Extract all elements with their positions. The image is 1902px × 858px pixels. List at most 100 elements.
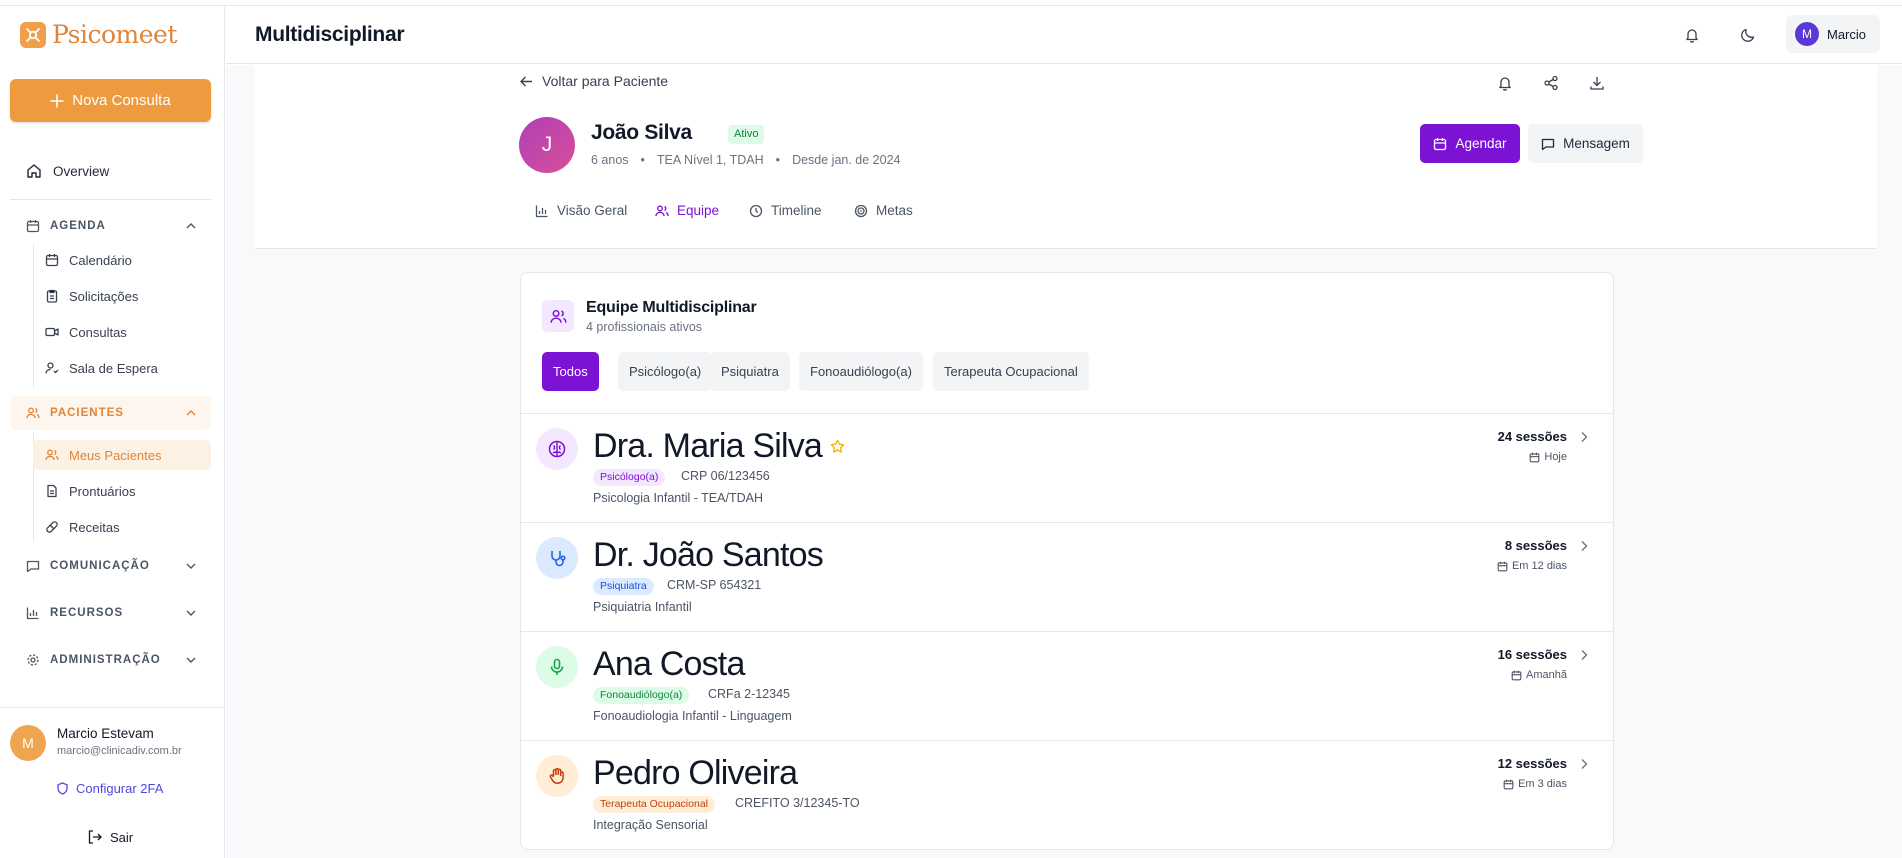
team-member-row[interactable]: Dra. Maria Silva Psicólogo(a) CRP 06/123… xyxy=(521,413,1613,522)
sidebar-item-label: Calendário xyxy=(69,252,132,268)
chat-icon xyxy=(1541,138,1555,150)
home-icon xyxy=(27,164,41,178)
sidebar-item-prontuarios[interactable]: Prontuários xyxy=(33,476,211,506)
logout-button[interactable]: Sair xyxy=(87,829,133,845)
sidebar-item-meus-pacientes[interactable]: Meus Pacientes xyxy=(33,440,211,470)
sidebar-group-recursos[interactable]: RECURSOS xyxy=(10,596,211,630)
users-icon xyxy=(549,309,567,323)
meta-separator: • xyxy=(775,153,781,167)
member-sessions: 12 sessões xyxy=(1497,756,1567,771)
tab-metas[interactable]: Metas xyxy=(854,203,913,218)
status-badge: Ativo xyxy=(728,125,765,144)
filter-psiquiatra[interactable]: Psiquiatra xyxy=(710,352,790,391)
sidebar-item-label: Sala de Espera xyxy=(69,360,158,376)
tab-label: Metas xyxy=(876,203,913,218)
sidebar-item-label: Receitas xyxy=(69,519,120,535)
top-header: Multidisciplinar M Marcio xyxy=(226,6,1902,64)
calendar-icon xyxy=(45,254,59,267)
chevron-down-icon xyxy=(186,657,196,663)
chevron-right-icon[interactable] xyxy=(1577,648,1591,662)
filter-fonoaudiologo[interactable]: Fonoaudiólogo(a) xyxy=(799,352,923,391)
chat-icon xyxy=(26,560,40,573)
member-name-wrap: Ana Costa xyxy=(593,645,745,684)
bar-chart-icon xyxy=(26,607,39,620)
avatar[interactable]: M xyxy=(10,725,46,761)
calendar-icon xyxy=(1503,779,1514,789)
sidebar-group-administracao[interactable]: ADMINISTRAÇÃO xyxy=(10,643,211,677)
member-name: Dr. João Santos xyxy=(593,536,824,574)
sidebar-group-agenda[interactable]: AGENDA xyxy=(10,209,211,243)
sidebar-item-overview[interactable]: Overview xyxy=(10,154,211,188)
team-member-row[interactable]: Ana Costa Fonoaudiólogo(a) CRFa 2-12345 … xyxy=(521,631,1613,740)
target-icon xyxy=(854,204,868,217)
tab-equipe[interactable]: Equipe xyxy=(655,203,719,218)
patient-alert-button[interactable] xyxy=(1493,71,1517,95)
video-icon xyxy=(45,327,59,337)
sidebar-item-calendario[interactable]: Calendário xyxy=(33,245,211,275)
role-badge: Psiquiatra xyxy=(593,578,654,595)
sidebar-item-solicitacoes[interactable]: Solicitações xyxy=(33,281,211,311)
file-icon xyxy=(47,484,57,498)
member-name: Ana Costa xyxy=(593,645,745,683)
new-consultation-label: Nova Consulta xyxy=(72,92,171,109)
share-button[interactable] xyxy=(1539,71,1563,95)
member-specialty: Fonoaudiologia Infantil - Linguagem xyxy=(593,709,792,723)
member-specialty: Psicologia Infantil - TEA/TDAH xyxy=(593,491,763,505)
sidebar-item-label: Prontuários xyxy=(69,483,136,499)
calendar-icon xyxy=(1511,670,1522,680)
patient-meta: 6 anos • TEA Nível 1, TDAH • Desde jan. … xyxy=(591,153,900,167)
logout-label: Sair xyxy=(110,829,134,845)
message-button[interactable]: Mensagem xyxy=(1528,124,1643,163)
member-registry: CREFITO 3/12345-TO xyxy=(735,796,860,810)
microphone-icon xyxy=(536,646,578,688)
sidebar-group-pacientes[interactable]: PACIENTES xyxy=(10,396,211,430)
sidebar-item-consultas[interactable]: Consultas xyxy=(33,317,211,347)
sidebar-item-sala-de-espera[interactable]: Sala de Espera xyxy=(33,353,211,383)
logo-icon xyxy=(20,21,46,48)
sidebar-group-comunicacao[interactable]: COMUNICAÇÃO xyxy=(10,549,211,583)
avatar: M xyxy=(1795,22,1819,46)
configure-2fa-link[interactable]: Configurar 2FA xyxy=(56,781,163,796)
sidebar-item-receitas[interactable]: Receitas xyxy=(33,512,211,542)
star-icon xyxy=(830,439,845,453)
theme-toggle-button[interactable] xyxy=(1735,22,1761,48)
tab-visao-geral[interactable]: Visão Geral xyxy=(535,203,627,218)
filter-terapeuta-ocupacional[interactable]: Terapeuta Ocupacional xyxy=(933,352,1089,391)
download-button[interactable] xyxy=(1585,71,1609,95)
team-member-row[interactable]: Pedro Oliveira Terapeuta Ocupacional CRE… xyxy=(521,740,1613,849)
back-to-patient-link[interactable]: Voltar para Paciente xyxy=(519,73,668,89)
tab-timeline[interactable]: Timeline xyxy=(749,203,822,218)
user-clock-icon xyxy=(45,362,59,374)
team-subtitle: 4 profissionais ativos xyxy=(586,320,703,334)
patient-avatar: J xyxy=(519,117,575,173)
member-name-wrap: Dr. João Santos xyxy=(593,536,824,575)
chevron-right-icon[interactable] xyxy=(1577,539,1591,553)
new-consultation-button[interactable]: Nova Consulta xyxy=(10,79,211,122)
users-icon xyxy=(655,205,669,216)
member-specialty: Integração Sensorial xyxy=(593,818,708,832)
team-member-row[interactable]: Dr. João Santos Psiquiatra CRM-SP 654321… xyxy=(521,522,1613,631)
configure-2fa-label: Configurar 2FA xyxy=(76,781,164,796)
member-sessions: 16 sessões xyxy=(1497,647,1567,662)
user-menu-button[interactable]: M Marcio xyxy=(1786,15,1880,53)
schedule-label: Agendar xyxy=(1455,136,1507,151)
user-email: marcio@clinicadiv.com.br xyxy=(57,745,182,757)
next-session-label: Em 3 dias xyxy=(1518,778,1567,790)
sidebar-group-label: ADMINISTRAÇÃO xyxy=(50,654,161,666)
shield-icon xyxy=(57,782,68,795)
message-label: Mensagem xyxy=(1563,136,1630,151)
chevron-right-icon[interactable] xyxy=(1577,430,1591,444)
next-session-label: Em 12 dias xyxy=(1511,560,1567,572)
schedule-button[interactable]: Agendar xyxy=(1420,124,1520,163)
chevron-right-icon[interactable] xyxy=(1577,757,1591,771)
stethoscope-icon xyxy=(536,537,578,579)
tab-label: Timeline xyxy=(771,203,822,218)
filter-todos[interactable]: Todos xyxy=(542,352,599,391)
sidebar-item-label: Overview xyxy=(53,163,110,179)
notifications-button[interactable] xyxy=(1679,22,1705,48)
main-content: Voltar para Paciente J João Silva Ativo … xyxy=(226,65,1902,858)
filter-psicologo[interactable]: Psicólogo(a) xyxy=(618,352,713,391)
divider xyxy=(10,199,211,200)
brand-logo[interactable]: Psicomeet xyxy=(20,20,177,49)
brain-icon xyxy=(536,428,578,470)
